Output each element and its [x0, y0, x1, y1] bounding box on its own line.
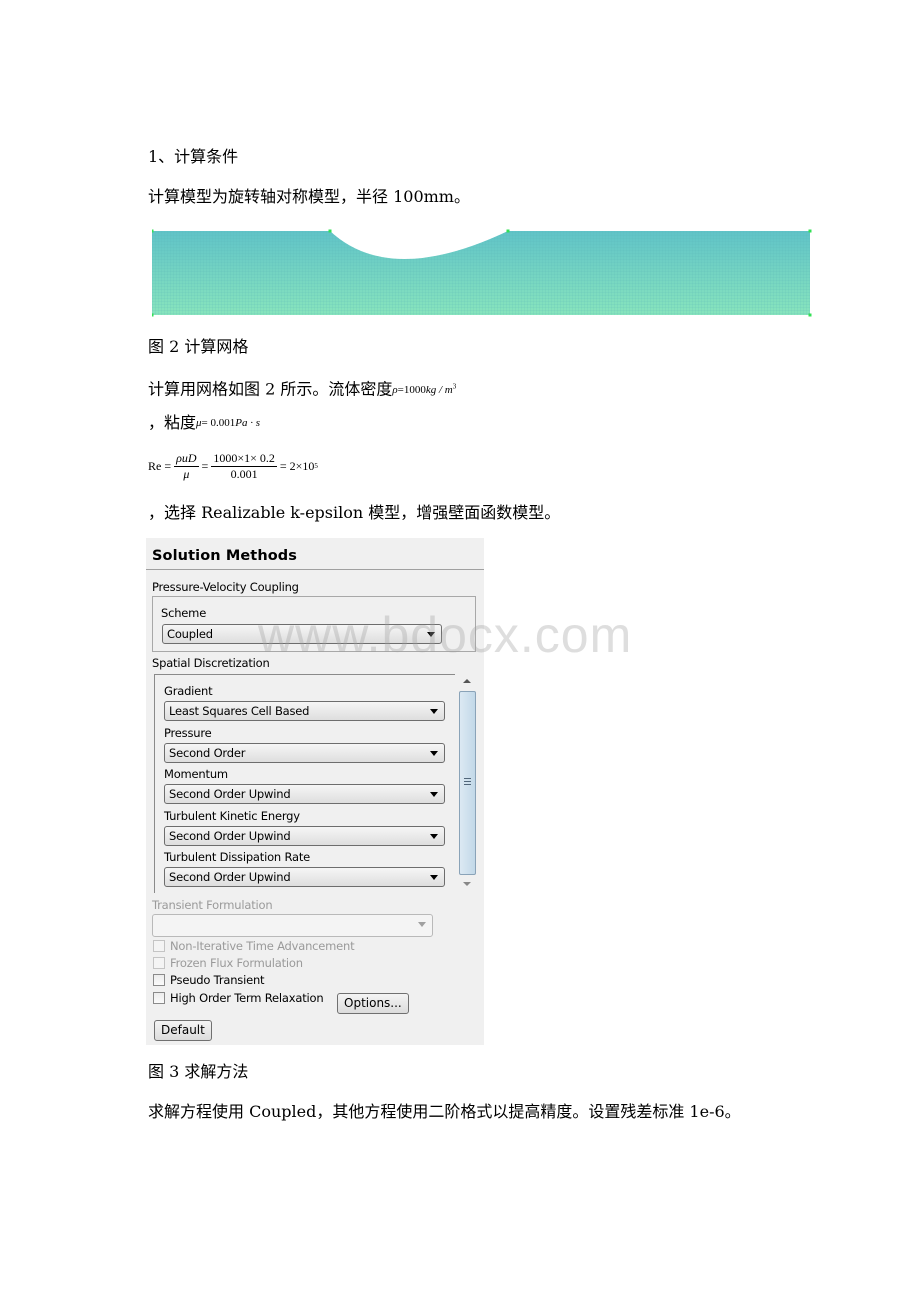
pseudo-transient-checkbox[interactable] — [153, 974, 165, 986]
reynolds-formula: Re = ρuD μ = 1000×1× 0.2 0.001 = 2×10 5 — [148, 449, 318, 483]
fraction-definition: ρuD μ — [174, 450, 199, 482]
grip-icon — [464, 778, 471, 787]
scheme-dropdown[interactable]: Coupled — [162, 624, 442, 644]
reynolds-result: = 2×10 — [279, 458, 315, 473]
figure-3-caption: 图 3 求解方法 — [148, 1062, 249, 1081]
paragraph-mesh: 计算用网格如图 2 所示。流体密度ρ=1000kg / m3 — [148, 376, 456, 400]
chevron-down-icon — [430, 834, 438, 839]
panel-title: Solution Methods — [152, 548, 298, 564]
scroll-up-icon[interactable] — [458, 674, 476, 689]
fraction-values: 1000×1× 0.2 0.001 — [211, 451, 277, 482]
pv-coupling-label: Pressure-Velocity Coupling — [152, 580, 299, 594]
frozen-flux-checkbox[interactable] — [153, 957, 165, 969]
tke-value: Second Order Upwind — [169, 829, 291, 843]
tdr-dropdown[interactable]: Second Order Upwind — [164, 867, 445, 887]
paragraph-viscosity-text: ，粘度 — [148, 413, 197, 432]
section-heading: 1、计算条件 — [148, 147, 239, 166]
momentum-value: Second Order Upwind — [169, 787, 291, 801]
default-button[interactable]: Default — [154, 1020, 212, 1041]
pseudo-transient-label: Pseudo Transient — [170, 973, 265, 987]
viscosity-value: = 0.001 — [201, 417, 236, 429]
pressure-dropdown[interactable]: Second Order — [164, 743, 445, 763]
mesh-node — [506, 229, 510, 233]
gradient-label: Gradient — [164, 684, 213, 698]
density-unit: kg / m — [425, 383, 453, 396]
mesh-grid — [152, 231, 810, 315]
viscosity-formula: μ= 0.001Pa · s — [196, 417, 260, 429]
reynolds-lhs: Re = — [148, 458, 172, 473]
chevron-down-icon — [430, 875, 438, 880]
mesh-node — [808, 313, 812, 317]
title-divider — [146, 569, 484, 570]
pressure-value: Second Order — [169, 746, 246, 760]
chevron-down-icon — [427, 632, 435, 637]
chevron-down-icon — [418, 922, 426, 927]
chevron-down-icon — [430, 751, 438, 756]
transient-formulation-label: Transient Formulation — [152, 898, 273, 912]
mesh-figure — [152, 229, 812, 317]
scheme-value: Coupled — [167, 627, 213, 641]
pressure-label: Pressure — [164, 726, 212, 740]
mesh-node — [808, 229, 812, 233]
paragraph-solver: 求解方程使用 Coupled，其他方程使用二阶格式以提高精度。设置残差标准 1e… — [148, 1102, 741, 1121]
transient-formulation-dropdown[interactable] — [152, 914, 433, 937]
non-iterative-checkbox[interactable] — [153, 940, 165, 952]
scheme-label: Scheme — [161, 606, 207, 620]
tke-label: Turbulent Kinetic Energy — [164, 809, 300, 823]
tke-dropdown[interactable]: Second Order Upwind — [164, 826, 445, 846]
paragraph-viscosity: ，粘度μ= 0.001Pa · s — [148, 413, 260, 433]
mesh-node — [328, 229, 332, 233]
scroll-down-icon[interactable] — [458, 877, 476, 892]
figure-2-caption: 图 2 计算网格 — [148, 337, 249, 356]
values-numerator: 1000×1× 0.2 — [211, 450, 277, 467]
paragraph-turbulence: ，选择 Realizable k-epsilon 模型，增强壁面函数模型。 — [148, 503, 561, 522]
tdr-label: Turbulent Dissipation Rate — [164, 850, 311, 864]
scrollbar-thumb[interactable] — [459, 691, 476, 875]
non-iterative-label: Non-Iterative Time Advancement — [170, 939, 355, 953]
high-order-relaxation-checkbox[interactable] — [153, 992, 165, 1004]
paragraph-model: 计算模型为旋转轴对称模型，半径 100mm。 — [148, 187, 470, 206]
tdr-value: Second Order Upwind — [169, 870, 291, 884]
chevron-down-icon — [430, 792, 438, 797]
momentum-label: Momentum — [164, 767, 228, 781]
frozen-flux-label: Frozen Flux Formulation — [170, 956, 303, 970]
fraction-numerator: ρuD — [176, 450, 197, 465]
density-exponent: 3 — [452, 382, 457, 390]
fraction-denominator: μ — [183, 466, 190, 481]
gradient-dropdown[interactable]: Least Squares Cell Based — [164, 701, 445, 721]
solution-methods-panel: Solution Methods Pressure-Velocity Coupl… — [146, 538, 484, 1045]
density-value: =1000 — [397, 383, 426, 396]
paragraph-mesh-text: 计算用网格如图 2 所示。流体密度 — [148, 379, 393, 399]
density-formula: ρ=1000kg / m3 — [392, 382, 457, 396]
mesh-node — [152, 229, 154, 233]
chevron-down-icon — [430, 709, 438, 714]
vertical-scrollbar[interactable] — [458, 674, 476, 892]
viscosity-unit: Pa · s — [235, 417, 261, 429]
momentum-dropdown[interactable]: Second Order Upwind — [164, 784, 445, 804]
equals-sign: = — [201, 458, 209, 473]
spatial-discretization-label: Spatial Discretization — [152, 656, 270, 670]
mesh-node — [152, 313, 154, 317]
high-order-relaxation-label: High Order Term Relaxation — [170, 991, 324, 1005]
options-button[interactable]: Options... — [337, 993, 409, 1014]
reynolds-exponent: 5 — [314, 462, 318, 470]
gradient-value: Least Squares Cell Based — [169, 704, 310, 718]
values-denominator: 0.001 — [230, 466, 258, 481]
